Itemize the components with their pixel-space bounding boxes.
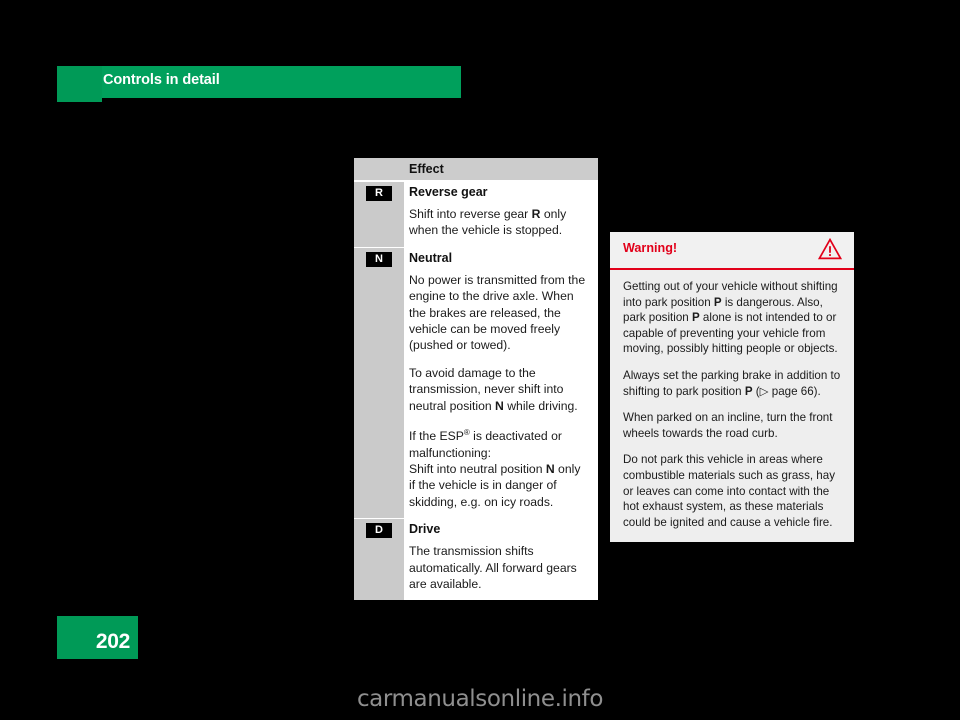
table-row: D Drive The transmission shifts automatica… — [354, 519, 598, 601]
park-position-letter: P — [691, 311, 700, 325]
gear-description-cell: Drive The transmission shifts automatical… — [404, 519, 598, 601]
warning-title: Warning! — [623, 241, 678, 255]
gear-name: Neutral — [409, 250, 453, 265]
warning-paragraph: Do not park this vehicle in areas where … — [623, 453, 835, 529]
gear-description-paragraph: If the ESP® is deactivated or malfunctio… — [409, 428, 562, 460]
registered-mark: ® — [463, 428, 470, 438]
gear-description-paragraph: Shift into reverse gear R only when the … — [409, 207, 567, 238]
park-position-letter: P — [713, 295, 722, 309]
warning-box-body: Getting out of your vehicle without shif… — [610, 270, 854, 543]
page-number-block: 202 — [57, 616, 138, 659]
park-position-letter: P — [744, 384, 753, 398]
table-body: R Reverse gear Shift into reverse gear R o… — [354, 182, 598, 601]
site-watermark: carmanualsonline.info — [0, 686, 960, 712]
gear-letter-inline: N — [545, 461, 555, 476]
warning-box: Warning! Getting out of your vehicle wit… — [610, 232, 854, 543]
page-title: Controls in detail — [103, 72, 220, 88]
watermark-text: carmanualsonline.info — [356, 686, 604, 712]
gear-badge-cell: R — [354, 182, 404, 247]
warning-paragraph: Always set the parking brake in addition… — [623, 368, 841, 398]
gear-description-paragraph: Shift into neutral position N only if th… — [409, 461, 581, 509]
gear-badge: N — [366, 251, 392, 267]
page-number: 202 — [95, 630, 130, 653]
gear-badge-cell: D — [354, 519, 404, 601]
gear-letter-inline: N — [495, 398, 504, 413]
gear-name: Reverse gear — [409, 185, 488, 199]
warning-triangle-icon — [817, 237, 843, 260]
table-row: N Neutral No power is transmitted from the… — [354, 247, 598, 519]
table-header-row: Effect — [354, 158, 598, 180]
gear-description-paragraph: No power is transmitted from the engine … — [409, 272, 586, 353]
gear-description-paragraph: To avoid damage to the transmission, nev… — [409, 365, 578, 413]
warning-paragraph: Getting out of your vehicle without shif… — [623, 280, 838, 356]
gear-badge: R — [366, 186, 392, 201]
gear-description-cell: Reverse gear Shift into reverse gear R on… — [404, 182, 598, 247]
warning-box-header: Warning! — [610, 232, 854, 270]
gear-badge: D — [366, 523, 392, 539]
gear-badge-cell: N — [354, 247, 404, 519]
table-row: R Reverse gear Shift into reverse gear R o… — [354, 182, 598, 247]
chapter-header: Controls in detail — [57, 66, 461, 102]
gear-positions-table: Effect R Reverse gear Shift into reverse g… — [354, 158, 598, 601]
table-column-header-effect: Effect — [409, 162, 444, 176]
gear-description-cell: Neutral No power is transmitted from the … — [404, 247, 598, 519]
chapter-header-tab — [57, 66, 102, 102]
gear-name: Drive — [409, 522, 441, 537]
gear-description-paragraph: The transmission shifts automatically. A… — [409, 544, 577, 591]
warning-paragraph: When parked on an incline, turn the fron… — [623, 411, 833, 440]
gear-letter-inline: R — [531, 207, 541, 221]
